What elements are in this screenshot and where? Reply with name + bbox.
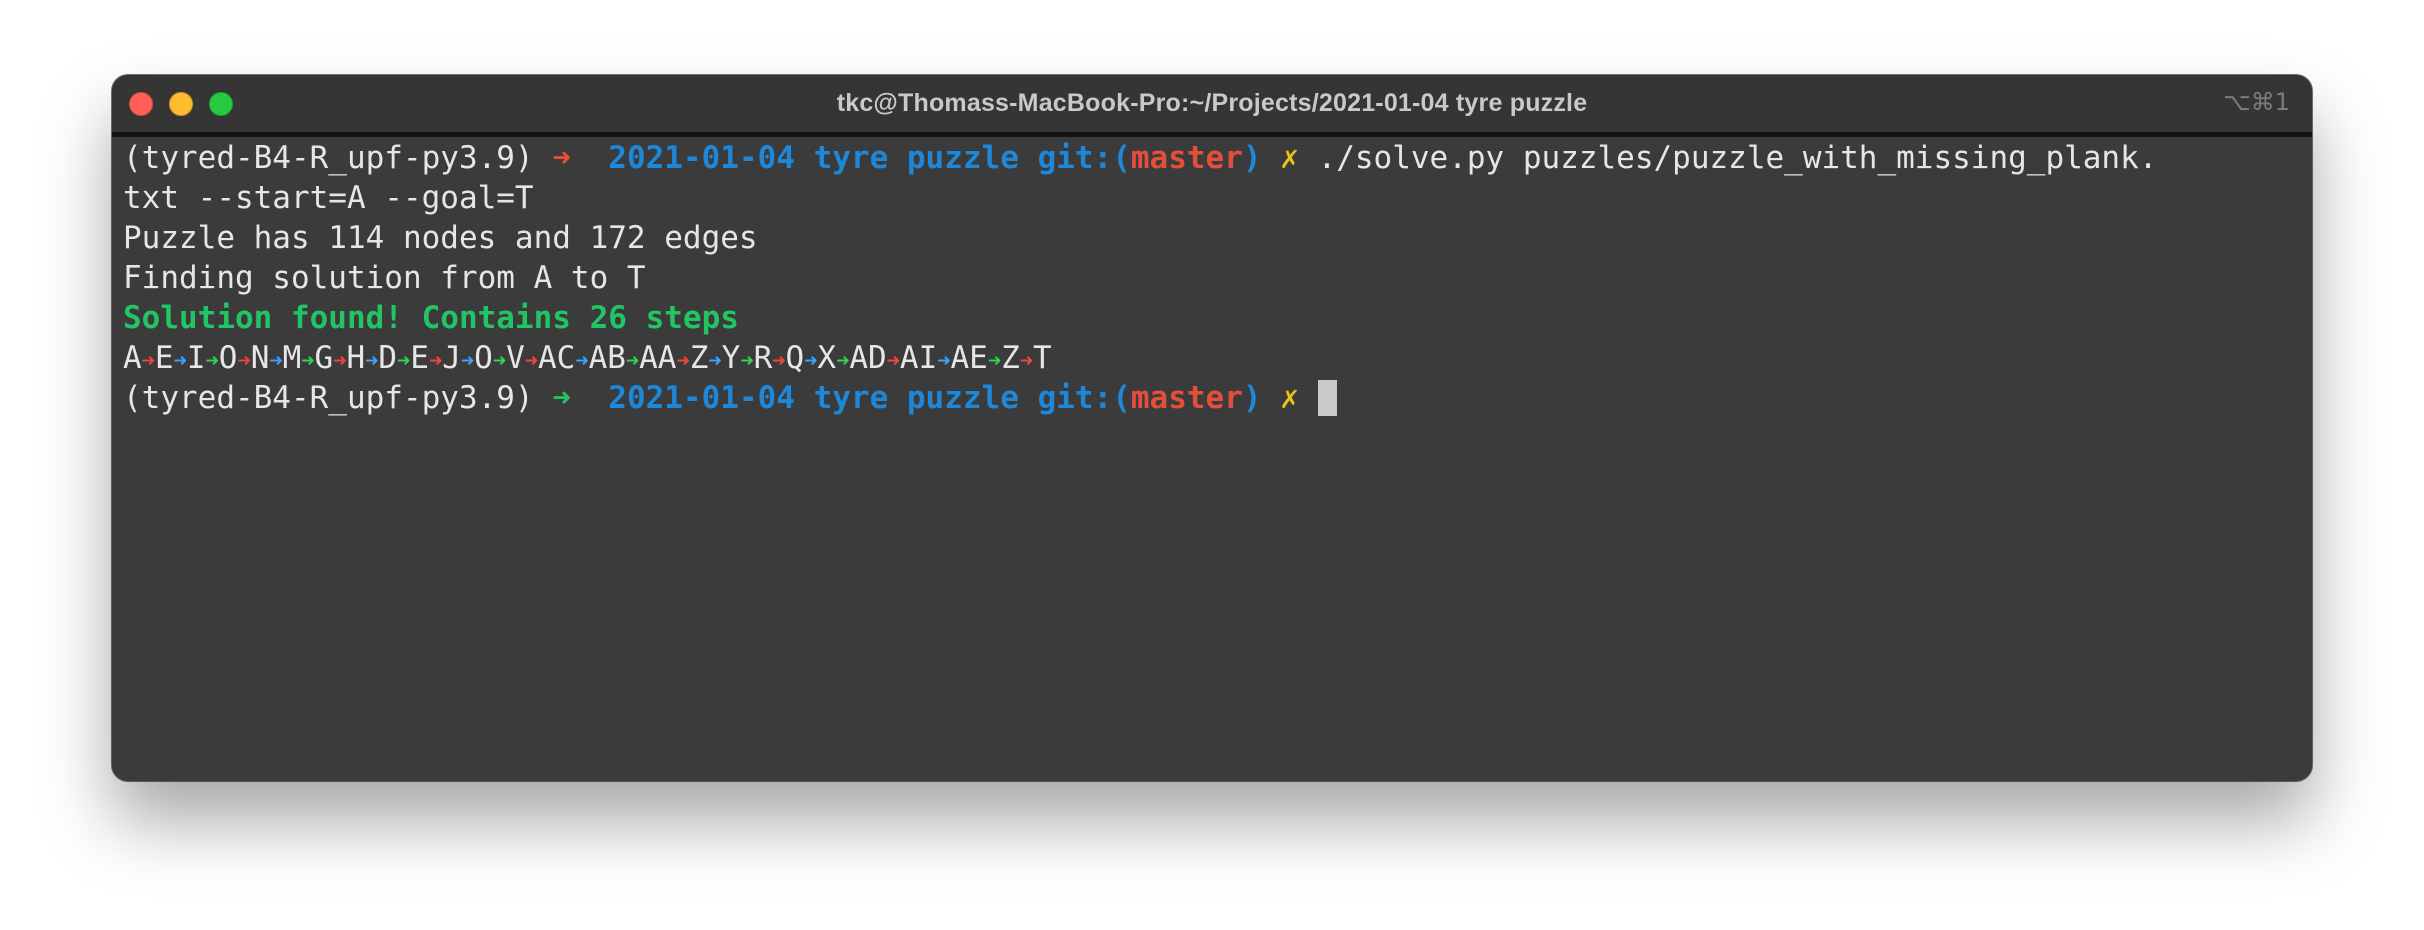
output-line: Puzzle has 114 nodes and 172 edges — [123, 220, 758, 256]
virtualenv-name: (tyred-B4-R_upf-py3.9) — [123, 380, 534, 416]
route-node: E — [154, 340, 174, 376]
current-directory: 2021-01-04 tyre puzzle — [608, 380, 1019, 416]
route-node: T — [1032, 340, 1052, 376]
route-node: V — [506, 340, 525, 376]
git-label-close: ) — [1242, 380, 1262, 416]
route-node: Q — [785, 340, 805, 376]
route-node: AC — [537, 340, 576, 376]
route-node: G — [314, 340, 334, 376]
route-node: O — [474, 340, 493, 376]
route-arrow-icon: ➜ — [740, 349, 754, 374]
route-node: AE — [950, 340, 988, 376]
solution-route: A➜E➜I➜O➜N➜M➜G➜H➜D➜E➜J➜O➜V➜AC➜AB➜AA➜Z➜Y➜R… — [123, 338, 2312, 378]
route-arrow-icon: ➜ — [333, 349, 347, 374]
route-node: O — [218, 340, 238, 376]
route-arrow-icon: ➜ — [492, 349, 507, 374]
terminal-window: tkc@Thomass-MacBook-Pro:~/Projects/2021-… — [112, 75, 2312, 781]
route-arrow-icon: ➜ — [575, 349, 589, 374]
route-arrow-icon: ➜ — [1019, 349, 1033, 374]
command-text: ./solve.py puzzles/puzzle_with_missing_p… — [1317, 140, 2158, 176]
route-arrow-icon: ➜ — [524, 349, 538, 374]
route-arrow-icon: ➜ — [987, 349, 1002, 374]
git-dirty-icon: ✗ — [1280, 140, 1299, 176]
route-node: R — [753, 340, 773, 376]
route-node: AB — [588, 340, 626, 376]
route-node: AD — [849, 340, 887, 376]
route-node: AA — [639, 340, 677, 376]
route-arrow-icon: ➜ — [269, 349, 283, 374]
prompt-arrow-icon: ➜ — [552, 140, 571, 176]
window-title: tkc@Thomass-MacBook-Pro:~/Projects/2021-… — [836, 89, 1588, 117]
route-arrow-icon: ➜ — [804, 349, 818, 374]
route-arrow-icon: ➜ — [301, 349, 315, 374]
git-branch: master — [1130, 140, 1243, 176]
route-node: M — [282, 340, 302, 376]
git-label-open: git:( — [1037, 140, 1131, 176]
route-arrow-icon: ➜ — [428, 349, 443, 374]
window-shortcut: ⌥⌘1 — [2223, 88, 2290, 116]
route-arrow-icon: ➜ — [625, 349, 640, 374]
route-node: E — [410, 340, 429, 376]
route-arrow-icon: ➜ — [205, 349, 219, 374]
route-node: I — [186, 340, 206, 376]
virtualenv-name: (tyred-B4-R_upf-py3.9) — [123, 140, 534, 176]
route-arrow-icon: ➜ — [237, 349, 251, 374]
git-label-close: ) — [1242, 140, 1262, 176]
route-arrow-icon: ➜ — [886, 349, 900, 374]
prompt-line: (tyred-B4-R_upf-py3.9) ➜ 2021-01-04 tyre… — [123, 378, 2312, 418]
route-arrow-icon: ➜ — [836, 349, 850, 374]
route-node: D — [378, 340, 398, 376]
prompt-arrow-icon: ➜ — [552, 380, 571, 416]
route-arrow-icon: ➜ — [397, 349, 411, 374]
route-arrow-icon: ➜ — [676, 349, 690, 374]
route-arrow-icon: ➜ — [173, 349, 187, 374]
route-arrow-icon: ➜ — [460, 349, 475, 374]
current-directory: 2021-01-04 tyre puzzle — [608, 140, 1019, 176]
route-node: AI — [899, 340, 938, 376]
route-node: N — [250, 340, 270, 376]
output-line: Finding solution from A to T — [123, 260, 646, 296]
route-node: X — [817, 340, 837, 376]
route-arrow-icon: ➜ — [772, 349, 786, 374]
route-arrow-icon: ➜ — [708, 349, 722, 374]
git-label-open: git:( — [1037, 380, 1131, 416]
git-branch: master — [1130, 380, 1243, 416]
route-arrow-icon: ➜ — [141, 349, 155, 374]
git-dirty-icon: ✗ — [1280, 380, 1299, 416]
route-arrow-icon: ➜ — [937, 349, 951, 374]
route-node: Y — [721, 340, 741, 376]
route-node: J — [442, 340, 461, 376]
command-text-wrap: txt --start=A --goal=T — [123, 180, 534, 216]
solution-message: Solution found! Contains 26 steps — [123, 300, 739, 336]
route-node: A — [123, 340, 142, 376]
route-node: H — [346, 340, 366, 376]
text-cursor[interactable] — [1317, 379, 1337, 416]
prompt-line: (tyred-B4-R_upf-py3.9) ➜ 2021-01-04 tyre… — [123, 138, 2312, 178]
title-bar[interactable]: tkc@Thomass-MacBook-Pro:~/Projects/2021-… — [112, 75, 2312, 137]
route-node: Z — [1001, 340, 1020, 376]
route-arrow-icon: ➜ — [365, 349, 379, 374]
route-node: Z — [689, 340, 709, 376]
terminal-content[interactable]: (tyred-B4-R_upf-py3.9) ➜ 2021-01-04 tyre… — [123, 138, 2312, 781]
